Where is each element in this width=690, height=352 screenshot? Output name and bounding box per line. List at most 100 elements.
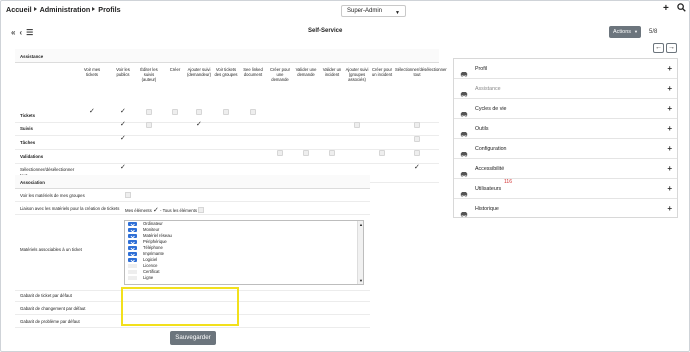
right-checkbox[interactable]	[354, 122, 360, 128]
previous-record-icon[interactable]: ‹	[19, 28, 23, 37]
list-icon[interactable]: ☰	[26, 28, 34, 37]
search-icon[interactable]	[677, 3, 686, 12]
car-icon	[460, 206, 468, 217]
scroll-up-icon[interactable]: ▲	[359, 222, 363, 227]
see-group-items-checkbox[interactable]	[125, 192, 131, 198]
plus-icon[interactable]: +	[667, 99, 672, 119]
listbox-items: Ordinateur Moniteur Matériel réseau Périphé…	[125, 221, 363, 281]
listbox-scrollbar[interactable]: ▲ ▼	[357, 221, 363, 284]
checked-box-icon[interactable]	[128, 228, 137, 232]
rights-column-header: Éditer les suivis (auteur)	[140, 67, 158, 83]
checked-box-icon[interactable]	[128, 240, 137, 244]
associable-items-label: Matériels associables à un ticket	[20, 247, 82, 252]
my-items-check-icon[interactable]: ✓	[153, 207, 159, 214]
count-badge: 116	[504, 179, 512, 185]
see-group-items-row: Voir les matériels de mes groupes	[15, 189, 370, 202]
rights-column-header: Créer	[169, 67, 181, 72]
profile-select[interactable]: Super-Admin ▼	[341, 5, 406, 17]
plus-icon[interactable]: +	[667, 199, 672, 219]
checked-box-icon[interactable]	[128, 252, 137, 256]
rights-column-header: Voir tickets des groupes	[214, 67, 238, 78]
right-checkbox[interactable]	[223, 109, 229, 115]
rights-column-header: Voir les publics	[116, 67, 130, 78]
right-checked-icon[interactable]: ✓	[414, 164, 420, 171]
right-checkbox[interactable]	[303, 150, 309, 156]
right-checkbox[interactable]	[414, 122, 420, 128]
sidebar-item-label: Historique	[475, 206, 499, 212]
sidebar-item[interactable]: Profil +	[454, 59, 677, 79]
next-page-button[interactable]: →	[666, 43, 677, 53]
right-checkbox[interactable]	[379, 150, 385, 156]
checked-box-icon[interactable]	[128, 222, 137, 226]
right-checkbox[interactable]	[196, 109, 202, 115]
actions-button[interactable]: Actions ▼	[609, 26, 641, 38]
sidebar-item-label: Cycles de vie	[475, 106, 507, 112]
sidebar-item[interactable]: Historique +	[454, 199, 677, 219]
right-checkbox[interactable]	[250, 109, 256, 115]
right-checkbox[interactable]	[146, 109, 152, 115]
right-checkbox[interactable]	[329, 150, 335, 156]
rights-column-header: Voir mes tickets	[83, 67, 101, 78]
plus-icon[interactable]: +	[667, 119, 672, 139]
right-checked-icon[interactable]: ✓	[120, 108, 126, 115]
profile-sections-menu: Profil + Assistance + Cycles de vie + Outils + C…	[453, 58, 678, 218]
car-icon	[460, 106, 468, 117]
right-checked-icon[interactable]: ✓	[120, 121, 126, 128]
assistance-heading: Assistance	[15, 49, 439, 63]
right-checkbox[interactable]	[146, 122, 152, 128]
rights-row-label: Validations	[20, 154, 44, 159]
unchecked-box-icon[interactable]	[128, 276, 137, 280]
change-template-label: Gabarit de changement par défaut	[20, 306, 86, 311]
row-divider	[15, 135, 439, 136]
plus-icon[interactable]: +	[667, 179, 672, 199]
sidebar-item[interactable]: Assistance +	[454, 79, 677, 99]
right-checkbox[interactable]	[277, 150, 283, 156]
checked-box-icon[interactable]	[128, 258, 137, 262]
rights-row-label: Tickets	[20, 113, 36, 118]
sidebar-item[interactable]: Cycles de vie +	[454, 99, 677, 119]
breadcrumb-administration[interactable]: Administration	[40, 5, 91, 14]
rights-column-header: Valider une demande	[295, 67, 317, 78]
associable-item-label: Certificat	[143, 269, 160, 274]
save-button[interactable]: Sauvegarder	[170, 331, 216, 345]
my-items-label: Mes éléments	[125, 208, 152, 213]
car-icon	[460, 186, 468, 197]
all-items-label: - Tous les éléments	[160, 208, 197, 213]
plus-icon[interactable]: +	[667, 159, 672, 179]
rights-column-header: Créer pour une demande	[269, 67, 290, 83]
rights-column-header: See linked document	[243, 67, 263, 78]
associable-items-listbox[interactable]: Ordinateur Moniteur Matériel réseau Périphé…	[124, 220, 364, 285]
right-checked-icon[interactable]: ✓	[196, 121, 202, 128]
car-icon	[460, 146, 468, 157]
sidebar-item[interactable]: Accessibilité +	[454, 159, 677, 179]
unchecked-box-icon[interactable]	[128, 270, 137, 274]
link-items-row: Liaison avec les matériels pour la créat…	[15, 202, 370, 215]
right-checked-icon[interactable]: ✓	[89, 108, 95, 115]
right-checkbox[interactable]	[172, 109, 178, 115]
plus-icon[interactable]: +	[667, 139, 672, 159]
first-record-icon[interactable]: «	[11, 28, 16, 37]
unchecked-box-icon[interactable]	[128, 264, 137, 268]
previous-page-button[interactable]: ←	[653, 43, 664, 53]
breadcrumb-profiles[interactable]: Profils	[98, 5, 120, 14]
checked-box-icon[interactable]	[128, 246, 137, 250]
chevron-down-icon: ▼	[634, 29, 638, 34]
associable-item-label: Imprimante	[143, 251, 164, 256]
breadcrumb-home[interactable]: Accueil	[6, 5, 32, 14]
plus-icon[interactable]: +	[663, 3, 669, 14]
rights-column-header: Ajouter suivi (demandeur)	[187, 67, 211, 78]
associable-item-label: Ligne	[143, 275, 154, 280]
right-checked-icon[interactable]: ✓	[120, 164, 126, 171]
associable-item[interactable]: Ligne	[125, 275, 363, 281]
sidebar-item[interactable]: Configuration +	[454, 139, 677, 159]
right-checkbox[interactable]	[414, 136, 420, 142]
right-checked-icon[interactable]: ✓	[120, 135, 126, 142]
right-checkbox[interactable]	[414, 150, 420, 156]
plus-icon[interactable]: +	[667, 59, 672, 79]
sidebar-item[interactable]: Outils +	[454, 119, 677, 139]
plus-icon[interactable]: +	[667, 79, 672, 99]
all-items-checkbox[interactable]	[198, 207, 205, 213]
sidebar-item[interactable]: Utilisateurs 116 +	[454, 179, 677, 199]
checked-box-icon[interactable]	[128, 234, 137, 238]
scroll-down-icon[interactable]: ▼	[359, 278, 363, 283]
